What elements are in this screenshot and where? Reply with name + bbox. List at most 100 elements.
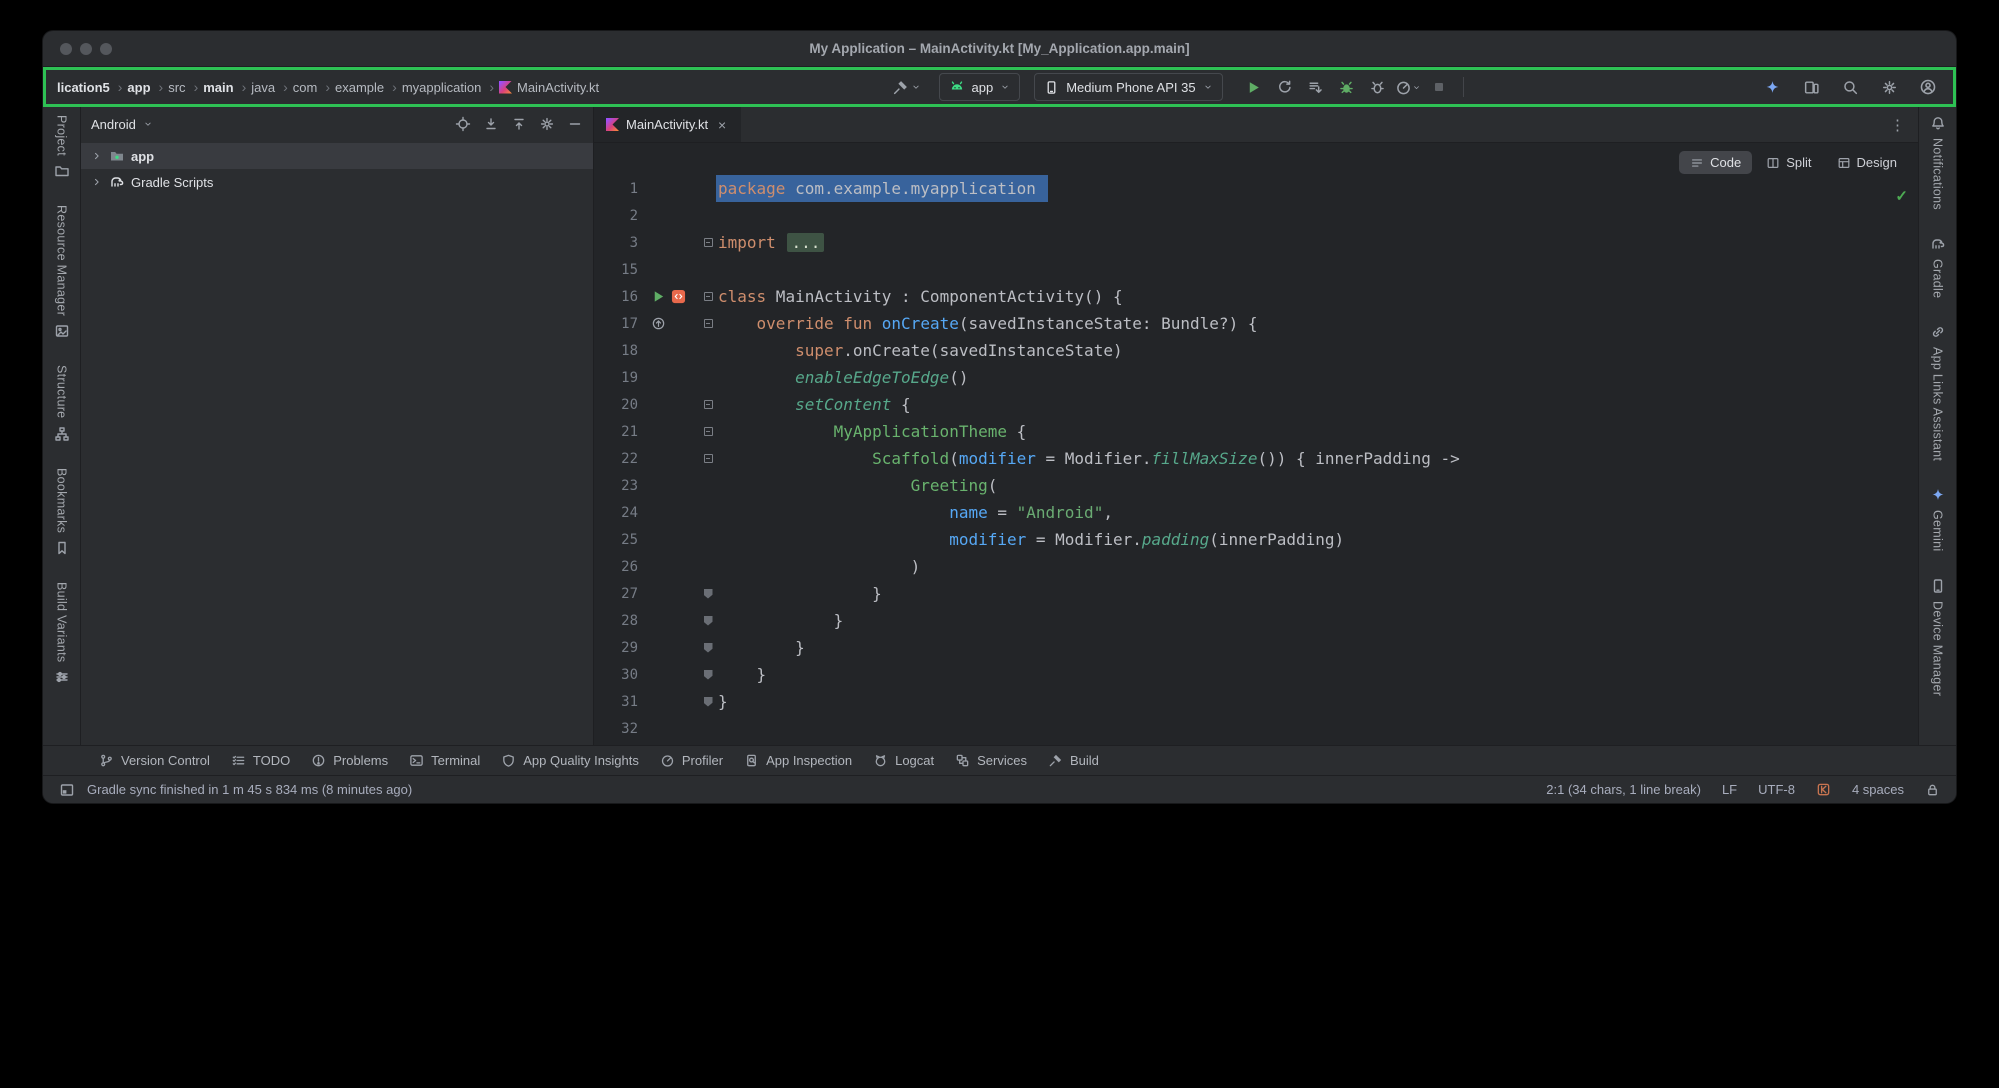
stop-button[interactable] (1425, 73, 1454, 101)
tool-button-build-variants[interactable]: Build Variants (54, 582, 70, 685)
code-line-2[interactable]: 2 (594, 202, 1918, 229)
code-line-28[interactable]: 28 } (594, 607, 1918, 634)
close-window-button[interactable] (60, 43, 72, 55)
tool-button-todo[interactable]: TODO (231, 753, 290, 768)
debug-button[interactable] (1332, 73, 1361, 101)
code-line-21[interactable]: 21 MyApplicationTheme { (594, 418, 1918, 445)
code-line-30[interactable]: 30 } (594, 661, 1918, 688)
code-line-31[interactable]: 31} (594, 688, 1918, 715)
fold-marker[interactable] (704, 427, 713, 436)
line-number[interactable]: 28 (594, 613, 638, 629)
search-everywhere-button[interactable] (1836, 73, 1865, 101)
running-devices-button[interactable] (1797, 73, 1826, 101)
line-number[interactable]: 30 (594, 667, 638, 683)
tool-button-profiler[interactable]: Profiler (660, 753, 723, 768)
breadcrumb-item[interactable]: example (334, 77, 401, 97)
editor-body[interactable]: Code Split Design (594, 143, 1918, 745)
encoding-widget[interactable]: UTF-8 (1758, 782, 1795, 797)
breadcrumb-item[interactable]: src (167, 77, 202, 97)
line-number[interactable]: 21 (594, 424, 638, 440)
account-button[interactable] (1914, 73, 1943, 101)
tool-button-app-quality-insights[interactable]: App Quality Insights (501, 753, 639, 768)
fold-marker[interactable] (704, 697, 713, 707)
line-number[interactable]: 17 (594, 316, 638, 332)
line-number[interactable]: 15 (594, 262, 638, 278)
fold-marker[interactable] (704, 454, 713, 463)
breadcrumb-item[interactable]: myapplication (401, 77, 498, 97)
tool-button-notifications[interactable]: Notifications (1930, 115, 1946, 210)
tool-button-structure[interactable]: Structure (54, 365, 70, 441)
line-separator-widget[interactable]: LF (1722, 782, 1737, 797)
tree-item-gradle-scripts[interactable]: Gradle Scripts (81, 169, 593, 195)
apply-code-changes-button[interactable] (1301, 73, 1330, 101)
code-text[interactable]: } (716, 634, 805, 661)
tab-options-icon[interactable] (1890, 116, 1918, 134)
tool-button-gradle[interactable]: Gradle (1930, 236, 1946, 298)
line-number[interactable]: 29 (594, 640, 638, 656)
tool-button-terminal[interactable]: Terminal (409, 753, 480, 768)
line-number[interactable]: 22 (594, 451, 638, 467)
breadcrumb-item[interactable]: MainActivity.kt (498, 78, 600, 97)
tool-button-app-links-assistant[interactable]: App Links Assistant (1930, 324, 1946, 461)
line-number[interactable]: 32 (594, 721, 638, 737)
line-number[interactable]: 24 (594, 505, 638, 521)
code-text[interactable] (716, 256, 718, 283)
breadcrumb-item[interactable]: app (126, 77, 167, 97)
collapse-all-icon[interactable] (511, 116, 527, 132)
fold-marker[interactable] (704, 616, 713, 626)
line-number[interactable]: 18 (594, 343, 638, 359)
code-text[interactable]: } (716, 580, 882, 607)
line-number[interactable]: 3 (594, 235, 638, 251)
run-configuration-selector[interactable]: app (939, 73, 1021, 101)
code-text[interactable]: } (716, 688, 728, 715)
code-line-18[interactable]: 18 super.onCreate(savedInstanceState) (594, 337, 1918, 364)
expand-all-icon[interactable] (483, 116, 499, 132)
code-line-15[interactable]: 15 (594, 256, 1918, 283)
locate-file-icon[interactable] (455, 116, 471, 132)
code-line-20[interactable]: 20 setContent { (594, 391, 1918, 418)
code-line-17[interactable]: 17 override fun onCreate(savedInstanceSt… (594, 310, 1918, 337)
tool-button-services[interactable]: Services (955, 753, 1027, 768)
code-text[interactable]: name = "Android", (716, 499, 1113, 526)
caret-position-widget[interactable]: 2:1 (34 chars, 1 line break) (1546, 782, 1701, 797)
code-text[interactable]: } (716, 661, 766, 688)
code-text[interactable]: enableEdgeToEdge() (716, 364, 968, 391)
fold-marker[interactable] (704, 238, 713, 247)
tool-window-layout-icon[interactable] (59, 782, 75, 798)
build-menu-button[interactable] (888, 75, 925, 100)
code-line-26[interactable]: 26 ) (594, 553, 1918, 580)
code-line-1[interactable]: 1 package com.example.myapplication (594, 175, 1918, 202)
chevron-right-icon[interactable] (91, 150, 103, 162)
line-number[interactable]: 26 (594, 559, 638, 575)
line-number[interactable]: 1 (594, 181, 638, 197)
tool-button-app-inspection[interactable]: App Inspection (744, 753, 852, 768)
code-text[interactable]: setContent { (716, 391, 911, 418)
fold-marker[interactable] (704, 670, 713, 680)
fold-marker[interactable] (704, 319, 713, 328)
chevron-down-icon[interactable] (143, 119, 153, 129)
tool-button-project[interactable]: Project (54, 115, 70, 179)
code-text[interactable]: package com.example.myapplication (716, 175, 1048, 202)
gemini-button[interactable] (1758, 73, 1787, 101)
breadcrumb-item[interactable]: lication5 (56, 77, 126, 97)
line-number[interactable]: 19 (594, 370, 638, 386)
code-text[interactable]: import ... (716, 229, 824, 256)
apply-changes-button[interactable] (1270, 73, 1299, 101)
code-line-29[interactable]: 29 } (594, 634, 1918, 661)
profiler-button[interactable] (1394, 73, 1423, 101)
code-line-19[interactable]: 19 enableEdgeToEdge() (594, 364, 1918, 391)
fold-marker[interactable] (704, 643, 713, 653)
override-gutter-icon[interactable] (651, 316, 666, 331)
tool-button-resource-manager[interactable]: Resource Manager (54, 205, 70, 339)
device-selector[interactable]: Medium Phone API 35 (1034, 73, 1222, 101)
code-line-16[interactable]: 16class MainActivity : ComponentActivity… (594, 283, 1918, 310)
project-view-selector[interactable]: Android (91, 117, 136, 132)
close-tab-button[interactable] (715, 117, 729, 133)
chevron-right-icon[interactable] (91, 176, 103, 188)
inspections-ok-icon[interactable] (1895, 187, 1908, 205)
gear-icon[interactable] (539, 116, 555, 132)
lock-icon[interactable] (1925, 782, 1940, 797)
run-button[interactable] (1239, 73, 1268, 101)
code-line-32[interactable]: 32 (594, 715, 1918, 742)
line-number[interactable]: 2 (594, 208, 638, 224)
